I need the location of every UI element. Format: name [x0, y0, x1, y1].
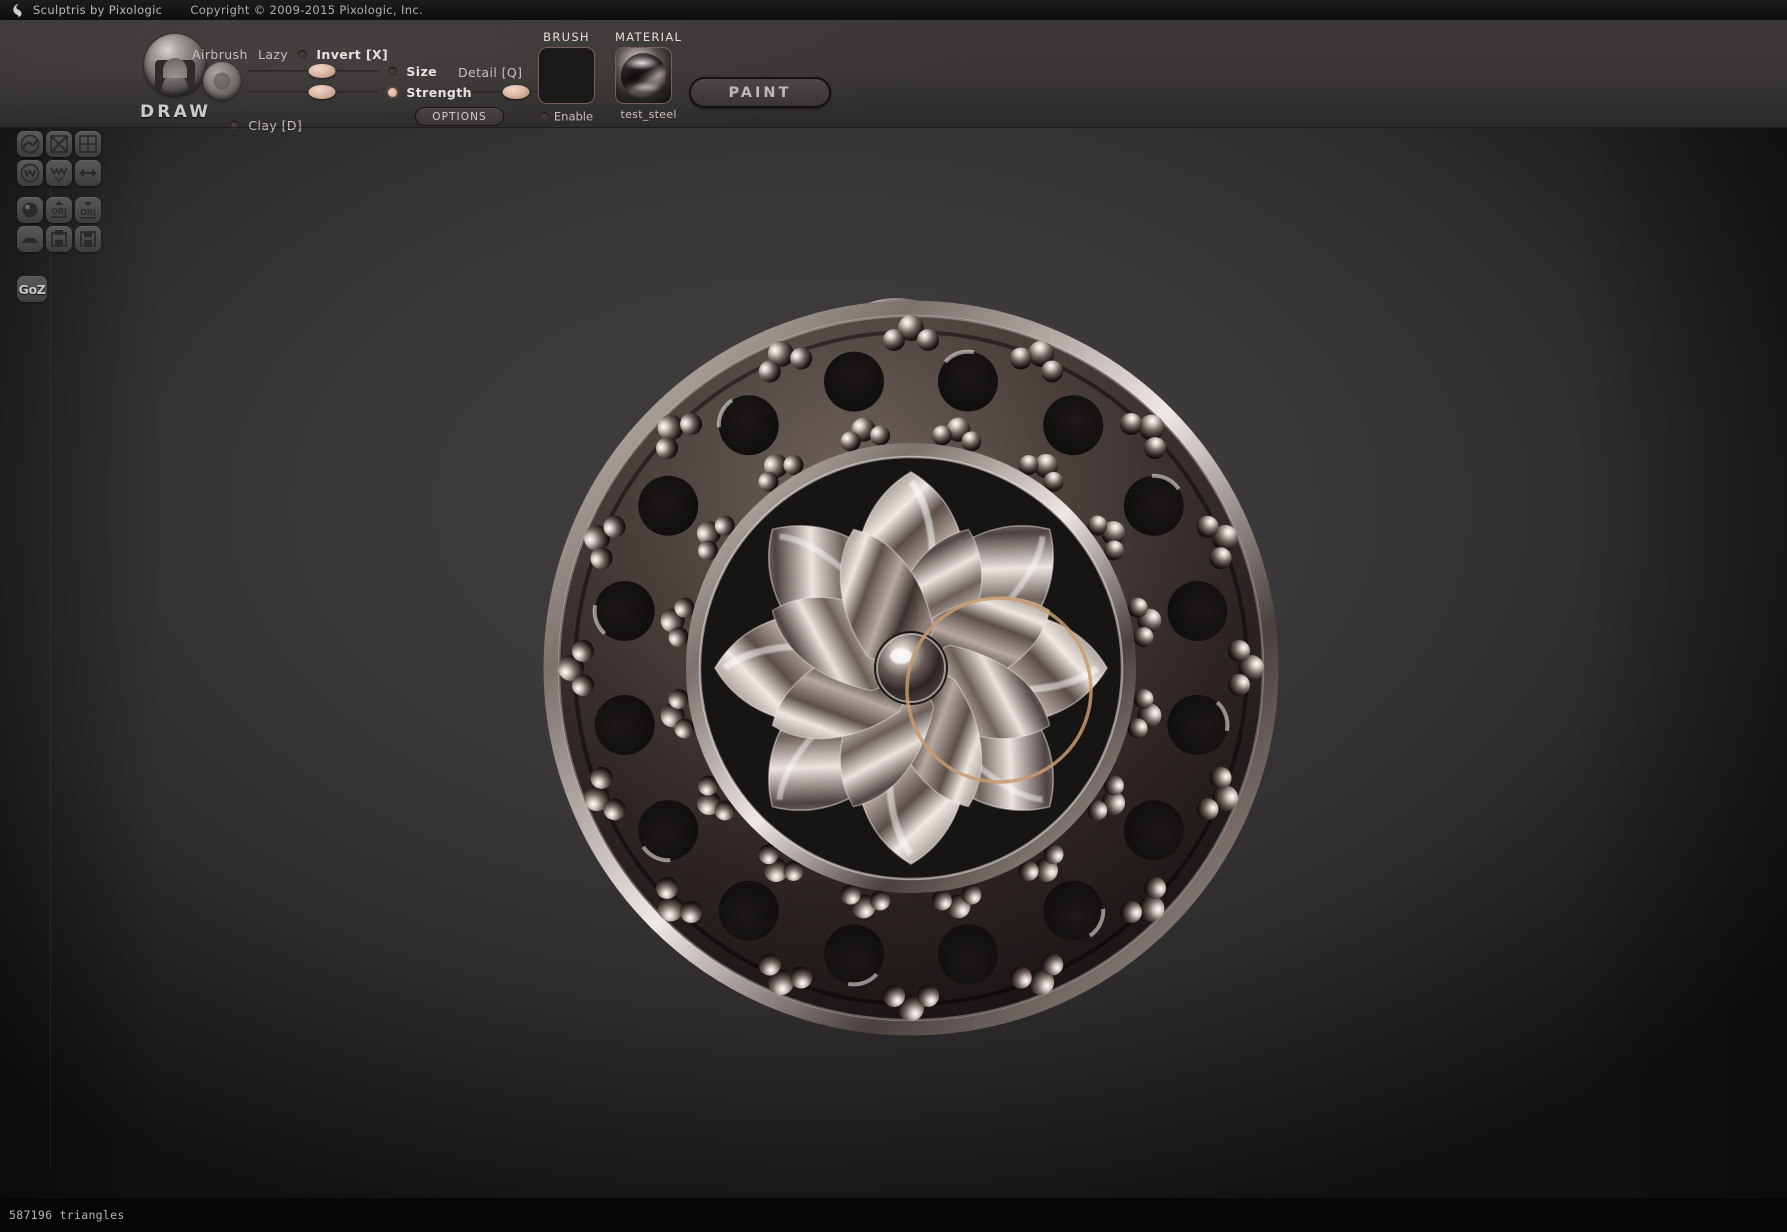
title-bar: Sculptris by Pixologic Copyright © 2009-…: [0, 0, 1787, 20]
wireframe-mask-icon[interactable]: [17, 160, 43, 186]
material-sphere-swatch[interactable]: [615, 47, 672, 104]
tool-row: [17, 226, 103, 252]
mode-lazy[interactable]: Lazy: [258, 46, 288, 62]
copyright-text: Copyright © 2009-2015 Pixologic, Inc.: [190, 3, 424, 17]
tool-row: [17, 160, 103, 186]
size-label-group[interactable]: Size: [388, 63, 437, 79]
grid-tool-icon[interactable]: [75, 131, 101, 157]
brush-enable-row[interactable]: Enable: [538, 109, 595, 124]
plane-tool-icon[interactable]: [17, 226, 43, 252]
left-toolbar: OBJ OBJ GoZ: [0, 36, 101, 1232]
detail-label-group: Detail [Q]: [458, 64, 522, 80]
size-label: Size: [406, 64, 438, 79]
sculptris-window: Sculptris by Pixologic Copyright © 2009-…: [0, 0, 1787, 1232]
mode-clay-label: Clay [D]: [248, 118, 303, 133]
mode-clay[interactable]: Clay [D]: [230, 117, 302, 133]
brush-enable-radio[interactable]: [539, 112, 549, 121]
viewport-canvas[interactable]: [0, 128, 1787, 1232]
material-name: test_steel: [620, 108, 677, 121]
mode-airbrush[interactable]: Airbrush: [192, 46, 248, 62]
size-slider[interactable]: [248, 62, 378, 80]
mode-invert-label: Invert [X]: [316, 47, 389, 62]
goz-button[interactable]: GoZ: [17, 276, 47, 302]
brush-panel-title: BRUSH: [543, 30, 590, 44]
strength-radio[interactable]: [388, 88, 397, 97]
material-panel-title: MATERIAL: [615, 30, 683, 44]
save-file-icon[interactable]: [75, 226, 101, 252]
new-sphere-icon[interactable]: [17, 197, 43, 223]
mask-disabled-icon[interactable]: [46, 131, 72, 157]
mode-lazy-label: Lazy: [258, 47, 289, 62]
strength-slider[interactable]: [248, 83, 378, 101]
tool-row: [17, 131, 103, 157]
brush-falloff-preview-sphere[interactable]: [203, 62, 241, 100]
sculptris-logo-icon: [5, 1, 27, 19]
strength-slider-knob[interactable]: [308, 85, 336, 99]
symmetry-arrows-icon[interactable]: [75, 160, 101, 186]
mode-invert[interactable]: Invert [X]: [298, 46, 388, 62]
flower-pendant-model: [543, 298, 1279, 1036]
material-panel: MATERIAL test_steel: [615, 30, 682, 121]
obj-export-icon[interactable]: OBJ: [75, 197, 101, 223]
tool-row: OBJ OBJ: [17, 197, 103, 223]
obj-import-icon[interactable]: OBJ: [46, 197, 72, 223]
detail-slider-knob[interactable]: [502, 85, 530, 99]
detail-label: Detail [Q]: [458, 65, 523, 80]
options-button[interactable]: OPTIONS: [415, 107, 504, 126]
paint-button[interactable]: PAINT: [689, 77, 831, 108]
size-slider-knob[interactable]: [308, 64, 336, 78]
top-tool-panel: DRAW Airbrush Lazy Invert [X] Clay [D] S…: [0, 20, 1787, 133]
svg-text:OBJ: OBJ: [80, 208, 96, 217]
brush-panel: BRUSH Enable: [538, 30, 595, 124]
mode-clay-radio[interactable]: [230, 121, 239, 130]
strength-label-group[interactable]: Strength: [388, 84, 472, 100]
grab-curve-icon[interactable]: [17, 131, 43, 157]
status-bar: 587196 triangles: [0, 1198, 1787, 1232]
mode-invert-radio[interactable]: [298, 50, 307, 59]
brush-enable-label: Enable: [553, 109, 594, 124]
brush-alpha-swatch[interactable]: [538, 47, 595, 104]
app-title: Sculptris by Pixologic: [33, 3, 163, 17]
size-radio[interactable]: [388, 67, 397, 76]
draw-brush-preview-sphere[interactable]: [144, 34, 206, 96]
open-file-icon[interactable]: [46, 226, 72, 252]
reduce-brush-icon[interactable]: [46, 160, 72, 186]
svg-text:OBJ: OBJ: [51, 207, 67, 216]
triangle-count: 587196 triangles: [9, 1208, 125, 1222]
mode-airbrush-label: Airbrush: [192, 47, 248, 62]
strength-label: Strength: [406, 85, 472, 100]
